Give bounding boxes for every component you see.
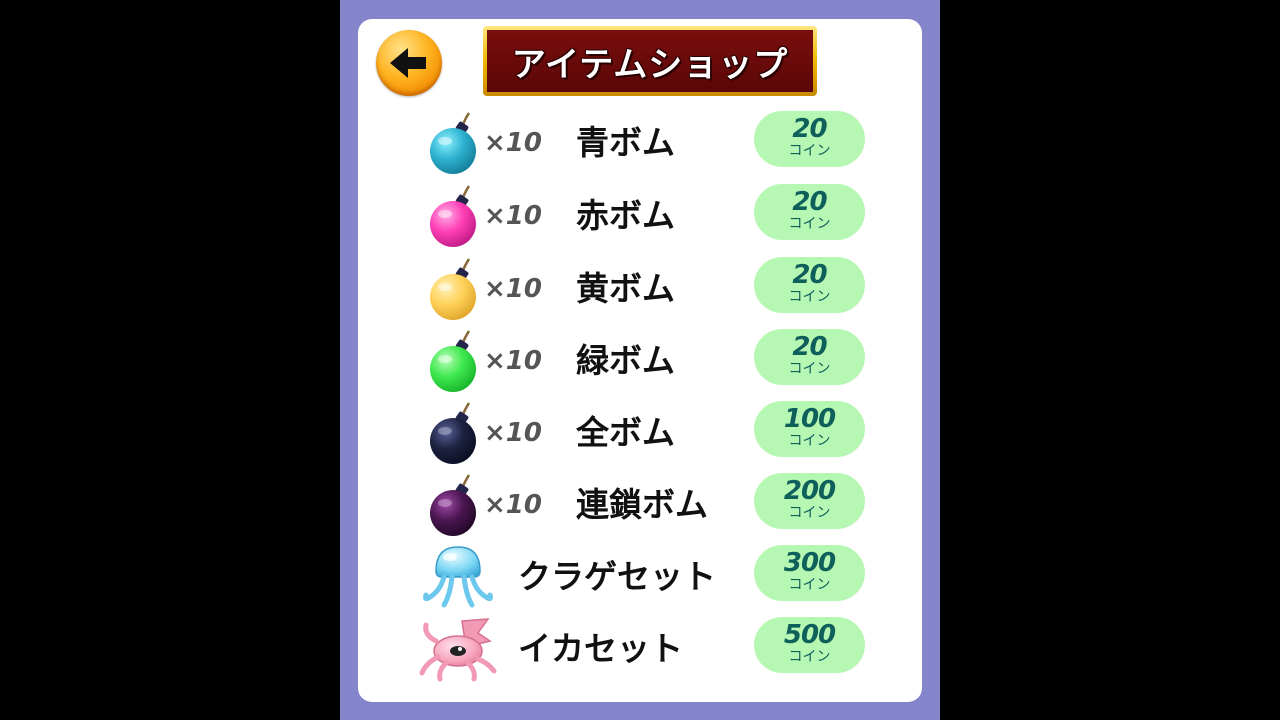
shop-item-squid-set: イカセット 500 コイン xyxy=(0,617,1280,689)
chain-bomb-icon xyxy=(430,474,476,536)
item-name: 全ボム xyxy=(576,413,675,452)
shop-title-banner: アイテムショップ xyxy=(483,26,817,96)
price-value: 300 xyxy=(783,548,836,578)
price-unit: コイン xyxy=(788,433,831,449)
back-button[interactable] xyxy=(376,30,442,96)
item-name: クラゲセット xyxy=(518,557,716,596)
shop-item-all-bomb: ×10 全ボム 100 コイン xyxy=(0,401,1280,473)
item-name: イカセット xyxy=(518,629,683,668)
buy-button-green-bomb[interactable]: 20 コイン xyxy=(754,329,865,385)
price-unit: コイン xyxy=(788,143,831,159)
buy-button-jellyfish-set[interactable]: 300 コイン xyxy=(754,545,865,601)
quantity-label: ×10 xyxy=(484,128,542,158)
price-value: 20 xyxy=(792,332,827,362)
item-name: 連鎖ボム xyxy=(576,485,708,524)
squid-icon xyxy=(419,618,497,682)
price-unit: コイン xyxy=(788,505,831,521)
all-bomb-icon xyxy=(430,402,476,464)
quantity-label: ×10 xyxy=(484,274,542,304)
quantity-label: ×10 xyxy=(484,346,542,376)
shop-item-blue-bomb: ×10 青ボム 20 コイン xyxy=(0,111,1280,183)
arrow-left-icon xyxy=(390,48,426,78)
item-name: 赤ボム xyxy=(576,196,675,235)
price-value: 20 xyxy=(792,260,827,290)
green-bomb-icon xyxy=(430,330,476,392)
red-bomb-icon xyxy=(430,185,476,247)
buy-button-squid-set[interactable]: 500 コイン xyxy=(754,617,865,673)
buy-button-yellow-bomb[interactable]: 20 コイン xyxy=(754,257,865,313)
item-name: 黄ボム xyxy=(576,269,675,308)
price-value: 20 xyxy=(792,114,827,144)
item-name: 緑ボム xyxy=(576,341,675,380)
shop-item-green-bomb: ×10 緑ボム 20 コイン xyxy=(0,329,1280,401)
buy-button-red-bomb[interactable]: 20 コイン xyxy=(754,184,865,240)
quantity-label: ×10 xyxy=(484,201,542,231)
price-unit: コイン xyxy=(788,577,831,593)
buy-button-chain-bomb[interactable]: 200 コイン xyxy=(754,473,865,529)
price-value: 200 xyxy=(783,476,836,506)
shop-item-yellow-bomb: ×10 黄ボム 20 コイン xyxy=(0,257,1280,329)
shop-item-red-bomb: ×10 赤ボム 20 コイン xyxy=(0,184,1280,256)
shop-item-jellyfish-set: クラゲセット 300 コイン xyxy=(0,545,1280,617)
quantity-label: ×10 xyxy=(484,490,542,520)
yellow-bomb-icon xyxy=(430,258,476,320)
price-unit: コイン xyxy=(788,216,831,232)
price-unit: コイン xyxy=(788,361,831,377)
price-unit: コイン xyxy=(788,649,831,665)
price-value: 20 xyxy=(792,187,827,217)
shop-item-chain-bomb: ×10 連鎖ボム 200 コイン xyxy=(0,473,1280,545)
quantity-label: ×10 xyxy=(484,418,542,448)
price-value: 100 xyxy=(783,404,836,434)
item-name: 青ボム xyxy=(576,123,675,162)
blue-bomb-icon xyxy=(430,112,476,174)
page-title: アイテムショップ xyxy=(511,44,789,85)
price-unit: コイン xyxy=(788,289,831,305)
buy-button-all-bomb[interactable]: 100 コイン xyxy=(754,401,865,457)
jellyfish-icon xyxy=(423,546,493,608)
price-value: 500 xyxy=(783,620,836,650)
buy-button-blue-bomb[interactable]: 20 コイン xyxy=(754,111,865,167)
